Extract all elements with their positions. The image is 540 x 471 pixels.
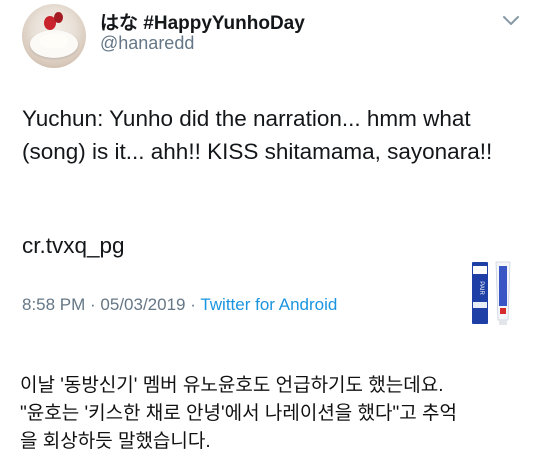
divider [0, 340, 540, 341]
tweet-text: Yuchun: Yunho did the narration... hmm w… [22, 106, 493, 164]
caption-line: 을 회상하듯 말했습니다. [20, 431, 211, 452]
tweet-meta: 8:58 PM · 05/03/2019 · Twitter for Andro… [22, 295, 337, 315]
tweet-card: はな #HappyYunhoDay @hanaredd Yuchun: Yunh… [0, 0, 540, 340]
chevron-down-icon[interactable] [500, 12, 522, 28]
username[interactable]: @hanaredd [100, 33, 194, 54]
avatar[interactable] [22, 4, 86, 68]
tweet-credit: cr.tvxq_pg [22, 233, 125, 258]
product-label: PAIR [478, 281, 484, 295]
display-name[interactable]: はな #HappyYunhoDay [100, 8, 305, 35]
tweet-date[interactable]: 05/03/2019 [100, 295, 185, 314]
meta-separator: · [85, 295, 101, 314]
caption-line: "윤호는 '키스한 채로 안녕'에서 나레이션을 했다"고 추억 [20, 403, 457, 424]
tweet-source[interactable]: Twitter for Android [200, 295, 337, 314]
avatar-berry-2 [54, 12, 63, 23]
meta-separator: · [185, 295, 201, 314]
avatar-dessert [40, 34, 68, 48]
korean-caption: 이날 '동방신기' 멤버 유노윤호도 언급하기도 했는데요. "윤호는 '키스한… [20, 372, 530, 456]
product-image: PAIR [472, 261, 511, 325]
tweet-time[interactable]: 8:58 PM [22, 295, 85, 314]
caption-line: 이날 '동방신기' 멤버 유노윤호도 언급하기도 했는데요. [20, 375, 444, 396]
